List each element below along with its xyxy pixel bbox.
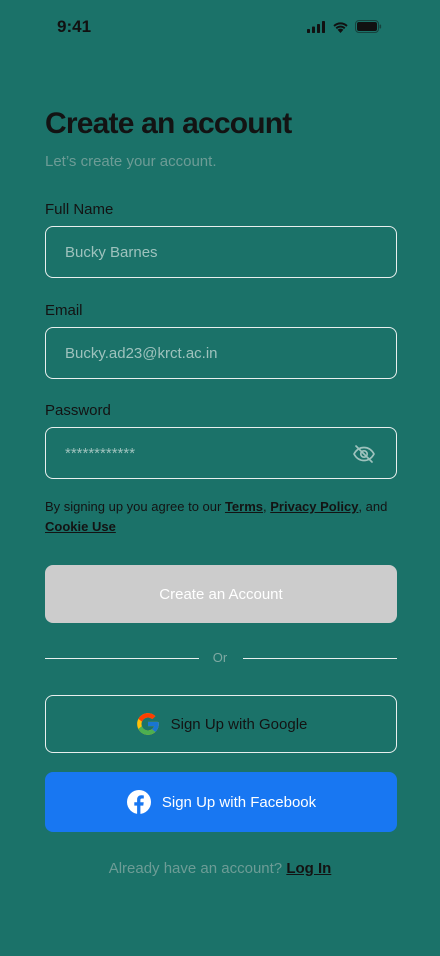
email-field-container: [45, 327, 397, 379]
page-subtitle: Let’s create your account.: [45, 153, 217, 170]
cookie-use-link[interactable]: Cookie Use: [45, 519, 116, 534]
terms-prefix: By signing up you agree to our: [45, 499, 225, 514]
terms-link[interactable]: Terms: [225, 499, 263, 514]
eye-off-icon[interactable]: [352, 442, 376, 471]
google-logo-icon: [136, 713, 159, 735]
status-icons: [307, 20, 382, 33]
password-label: Password: [45, 402, 111, 419]
facebook-logo-icon: [126, 790, 151, 815]
terms-and: , and: [358, 499, 388, 514]
terms-text: By signing up you agree to our Terms, Pr…: [45, 497, 397, 537]
full-name-input[interactable]: [65, 227, 355, 277]
facebook-signup-label: Sign Up with Facebook: [161, 793, 317, 811]
privacy-policy-link[interactable]: Privacy Policy: [270, 499, 358, 514]
google-signup-label: Sign Up with Google: [170, 715, 308, 733]
create-account-button[interactable]: Create an Account: [45, 565, 397, 623]
password-field-container: [45, 427, 397, 479]
battery-icon: [355, 20, 382, 33]
google-signup-button[interactable]: Sign Up with Google: [45, 695, 397, 753]
password-input[interactable]: [65, 428, 355, 478]
email-label: Email: [45, 302, 83, 319]
login-link[interactable]: Log In: [286, 860, 331, 877]
full-name-label: Full Name: [45, 201, 114, 218]
page-title: Create an account: [45, 107, 292, 140]
status-time: 9:41: [57, 17, 92, 36]
email-input[interactable]: [65, 328, 355, 378]
wifi-icon: [333, 21, 348, 33]
login-prompt: Already have an account? Log In: [0, 860, 440, 877]
facebook-signup-button[interactable]: Sign Up with Facebook: [45, 772, 397, 832]
login-prompt-text: Already have an account?: [108, 860, 287, 877]
status-bar: 9:41: [0, 0, 440, 54]
create-account-label: Create an Account: [159, 585, 283, 603]
divider-line-right: [243, 658, 397, 659]
signal-icon: [307, 20, 325, 33]
full-name-field-container: [45, 226, 397, 278]
